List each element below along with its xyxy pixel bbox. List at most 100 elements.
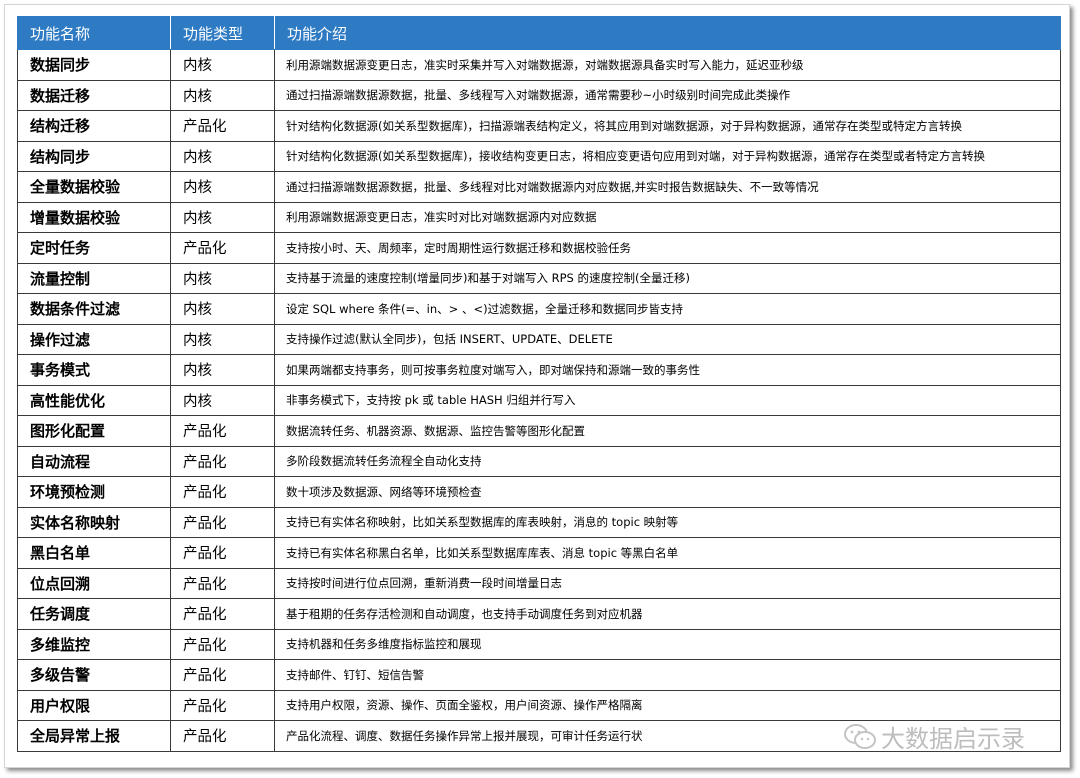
table-row: 数据条件过滤 内核 设定 SQL where 条件(=、in、> 、<)过滤数据，全… xyxy=(17,293,1061,325)
feature-type: 内核 xyxy=(170,201,275,233)
table-body: 数据同步 内核 利用源端数据源变更日志，准实时采集并写入对端数据源，对端数据源具备实… xyxy=(17,49,1061,752)
wechat-icon xyxy=(844,723,876,749)
header-feature-desc: 功能介绍 xyxy=(274,16,1061,50)
table-header: 功能名称 功能类型 功能介绍 xyxy=(17,16,1061,50)
table-row: 位点回溯 产品化 支持按时间进行位点回溯，重新消费一段时间增量日志 xyxy=(17,567,1061,599)
table-row: 高性能优化 内核 非事务模式下，支持按 pk 或 table HASH 归组并行写入 xyxy=(17,384,1061,416)
feature-desc: 针对结构化数据源(如关系型数据库)，接收结构变更日志，将相应变更语句应用到对端，… xyxy=(274,140,1061,172)
feature-desc: 支持邮件、钉钉、短信告警 xyxy=(274,659,1061,691)
feature-desc: 通过扫描源端数据源数据，批量、多线程对比对端数据源内对应数据,并实时报告数据缺失… xyxy=(274,171,1061,203)
feature-type: 内核 xyxy=(170,354,275,386)
feature-desc: 利用源端数据源变更日志，准实时采集并写入对端数据源，对端数据源具备实时写入能力，… xyxy=(274,49,1061,81)
table-row: 多维监控 产品化 支持机器和任务多维度指标监控和展现 xyxy=(17,628,1061,660)
table-row: 图形化配置 产品化 数据流转任务、机器资源、数据源、监控告警等图形化配置 xyxy=(17,415,1061,447)
feature-name: 结构迁移 xyxy=(17,110,171,142)
feature-desc: 通过扫描源端数据源数据，批量、多线程写入对端数据源，通常需要秒~小时级别时间完成… xyxy=(274,79,1061,111)
feature-desc: 非事务模式下，支持按 pk 或 table HASH 归组并行写入 xyxy=(274,384,1061,416)
feature-type: 产品化 xyxy=(170,476,275,508)
feature-type: 内核 xyxy=(170,171,275,203)
feature-name: 黑白名单 xyxy=(17,537,171,569)
feature-type: 产品化 xyxy=(170,415,275,447)
feature-desc: 支持已有实体名称映射，比如关系型数据库的库表映射，消息的 topic 映射等 xyxy=(274,506,1061,538)
feature-type: 内核 xyxy=(170,140,275,172)
feature-desc: 如果两端都支持事务，则可按事务粒度对端写入，即对端保持和源端一致的事务性 xyxy=(274,354,1061,386)
table-row: 多级告警 产品化 支持邮件、钉钉、短信告警 xyxy=(17,659,1061,691)
feature-name: 流量控制 xyxy=(17,262,171,294)
table-row: 自动流程 产品化 多阶段数据流转任务流程全自动化支持 xyxy=(17,445,1061,477)
table-row: 流量控制 内核 支持基于流量的速度控制(增量同步)和基于对端写入 RPS 的速度控制… xyxy=(17,262,1061,294)
watermark: 大数据启示录 xyxy=(843,719,1025,754)
feature-type: 产品化 xyxy=(170,659,275,691)
feature-name: 全局异常上报 xyxy=(17,720,171,752)
feature-type: 内核 xyxy=(170,49,275,81)
feature-name: 多级告警 xyxy=(17,659,171,691)
feature-type: 内核 xyxy=(170,323,275,355)
feature-type: 内核 xyxy=(170,79,275,111)
feature-desc: 支持已有实体名称黑白名单，比如关系型数据库库表、消息 topic 等黑白名单 xyxy=(274,537,1061,569)
feature-name: 自动流程 xyxy=(17,445,171,477)
feature-type: 产品化 xyxy=(170,567,275,599)
feature-name: 实体名称映射 xyxy=(17,506,171,538)
feature-type: 内核 xyxy=(170,384,275,416)
feature-type: 内核 xyxy=(170,293,275,325)
feature-desc: 支持操作过滤(默认全同步)，包括 INSERT、UPDATE、DELETE xyxy=(274,323,1061,355)
feature-desc: 支持按时间进行位点回溯，重新消费一段时间增量日志 xyxy=(274,567,1061,599)
feature-name: 用户权限 xyxy=(17,689,171,721)
table-row: 实体名称映射 产品化 支持已有实体名称映射，比如关系型数据库的库表映射，消息的 to… xyxy=(17,506,1061,538)
table-row: 结构迁移 产品化 针对结构化数据源(如关系型数据库)，扫描源端表结构定义，将其应用到… xyxy=(17,110,1061,142)
watermark-text: 大数据启示录 xyxy=(881,725,1025,753)
feature-type: 产品化 xyxy=(170,537,275,569)
feature-name: 环境预检测 xyxy=(17,476,171,508)
feature-name: 事务模式 xyxy=(17,354,171,386)
feature-type: 产品化 xyxy=(170,628,275,660)
table-row: 任务调度 产品化 基于租期的任务存活检测和自动调度，也支持手动调度任务到对应机器 xyxy=(17,598,1061,630)
feature-desc: 支持用户权限，资源、操作、页面全鉴权，用户间资源、操作严格隔离 xyxy=(274,689,1061,721)
table-row: 全量数据校验 内核 通过扫描源端数据源数据，批量、多线程对比对端数据源内对应数据,并… xyxy=(17,171,1061,203)
table-row: 定时任务 产品化 支持按小时、天、周频率，定时周期性运行数据迁移和数据校验任务 xyxy=(17,232,1061,264)
table-frame: 功能名称 功能类型 功能介绍 数据同步 内核 利用源端数据源变更日志，准实时采集并写… xyxy=(4,4,1070,768)
feature-type: 内核 xyxy=(170,262,275,294)
feature-name: 高性能优化 xyxy=(17,384,171,416)
feature-type: 产品化 xyxy=(170,110,275,142)
table-row: 用户权限 产品化 支持用户权限，资源、操作、页面全鉴权，用户间资源、操作严格隔离 xyxy=(17,689,1061,721)
feature-name: 数据条件过滤 xyxy=(17,293,171,325)
feature-name: 全量数据校验 xyxy=(17,171,171,203)
feature-desc: 支持基于流量的速度控制(增量同步)和基于对端写入 RPS 的速度控制(全量迁移) xyxy=(274,262,1061,294)
table-row: 数据迁移 内核 通过扫描源端数据源数据，批量、多线程写入对端数据源，通常需要秒~小时… xyxy=(17,79,1061,111)
feature-desc: 支持机器和任务多维度指标监控和展现 xyxy=(274,628,1061,660)
header-feature-type: 功能类型 xyxy=(170,16,275,50)
feature-name: 结构同步 xyxy=(17,140,171,172)
header-row: 功能名称 功能类型 功能介绍 xyxy=(17,16,1061,50)
feature-name: 位点回溯 xyxy=(17,567,171,599)
table-row: 事务模式 内核 如果两端都支持事务，则可按事务粒度对端写入，即对端保持和源端一致的事… xyxy=(17,354,1061,386)
table-row: 操作过滤 内核 支持操作过滤(默认全同步)，包括 INSERT、UPDATE、DEL… xyxy=(17,323,1061,355)
table-row: 数据同步 内核 利用源端数据源变更日志，准实时采集并写入对端数据源，对端数据源具备实… xyxy=(17,49,1061,81)
feature-name: 增量数据校验 xyxy=(17,201,171,233)
feature-type: 产品化 xyxy=(170,720,275,752)
feature-desc: 多阶段数据流转任务流程全自动化支持 xyxy=(274,445,1061,477)
header-feature-name: 功能名称 xyxy=(17,16,171,50)
feature-desc: 数十项涉及数据源、网络等环境预检查 xyxy=(274,476,1061,508)
feature-table: 功能名称 功能类型 功能介绍 数据同步 内核 利用源端数据源变更日志，准实时采集并写… xyxy=(17,16,1061,752)
feature-type: 产品化 xyxy=(170,445,275,477)
table-row: 环境预检测 产品化 数十项涉及数据源、网络等环境预检查 xyxy=(17,476,1061,508)
table-row: 增量数据校验 内核 利用源端数据源变更日志，准实时对比对端数据源内对应数据 xyxy=(17,201,1061,233)
feature-type: 产品化 xyxy=(170,689,275,721)
feature-type: 产品化 xyxy=(170,232,275,264)
feature-desc: 支持按小时、天、周频率，定时周期性运行数据迁移和数据校验任务 xyxy=(274,232,1061,264)
feature-desc: 基于租期的任务存活检测和自动调度，也支持手动调度任务到对应机器 xyxy=(274,598,1061,630)
table-row: 黑白名单 产品化 支持已有实体名称黑白名单，比如关系型数据库库表、消息 topic … xyxy=(17,537,1061,569)
feature-name: 操作过滤 xyxy=(17,323,171,355)
feature-name: 定时任务 xyxy=(17,232,171,264)
feature-desc: 利用源端数据源变更日志，准实时对比对端数据源内对应数据 xyxy=(274,201,1061,233)
feature-name: 数据同步 xyxy=(17,49,171,81)
feature-name: 任务调度 xyxy=(17,598,171,630)
table-row: 结构同步 内核 针对结构化数据源(如关系型数据库)，接收结构变更日志，将相应变更语句… xyxy=(17,140,1061,172)
feature-name: 图形化配置 xyxy=(17,415,171,447)
feature-desc: 针对结构化数据源(如关系型数据库)，扫描源端表结构定义，将其应用到对端数据源，对… xyxy=(274,110,1061,142)
feature-name: 多维监控 xyxy=(17,628,171,660)
feature-type: 产品化 xyxy=(170,598,275,630)
feature-type: 产品化 xyxy=(170,506,275,538)
feature-name: 数据迁移 xyxy=(17,79,171,111)
feature-desc: 数据流转任务、机器资源、数据源、监控告警等图形化配置 xyxy=(274,415,1061,447)
